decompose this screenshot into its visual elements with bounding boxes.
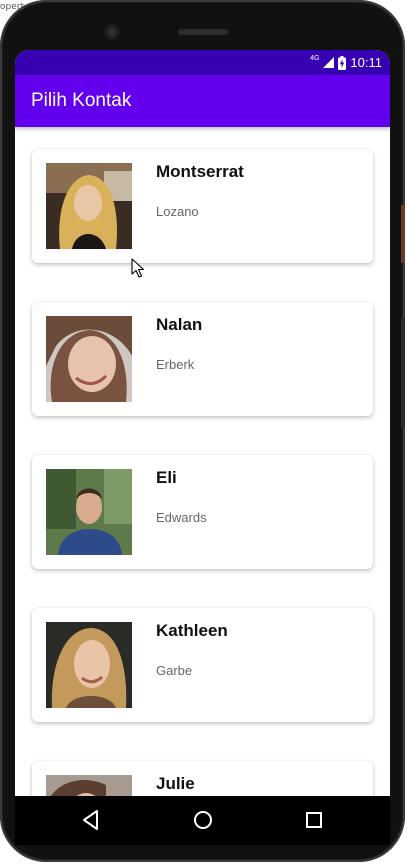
emulator-stage: 4G 10:11 Pilih Kontak Montserrat Lozano … bbox=[0, 0, 407, 864]
navigation-bar bbox=[15, 796, 390, 845]
contact-card[interactable]: Julie bbox=[32, 761, 373, 796]
app-bar: Pilih Kontak bbox=[15, 75, 390, 127]
app-title: Pilih Kontak bbox=[31, 90, 132, 111]
contact-card[interactable]: Kathleen Garbe bbox=[32, 608, 373, 722]
status-bar: 4G 10:11 bbox=[15, 50, 390, 75]
signal-icon bbox=[323, 57, 335, 68]
contact-first-name: Montserrat bbox=[156, 162, 244, 181]
clock-time: 10:11 bbox=[350, 55, 382, 70]
contact-card[interactable]: Montserrat Lozano bbox=[32, 149, 373, 263]
phone-frame: 4G 10:11 Pilih Kontak Montserrat Lozano … bbox=[0, 0, 405, 862]
contact-card[interactable]: Eli Edwards bbox=[32, 455, 373, 569]
status-icons: 4G 10:11 bbox=[310, 54, 382, 71]
battery-charging-icon bbox=[338, 55, 347, 70]
contact-last-name: Garbe bbox=[156, 663, 193, 678]
volume-button[interactable] bbox=[401, 205, 405, 263]
power-button[interactable] bbox=[401, 318, 405, 428]
contact-first-name: Nalan bbox=[156, 315, 203, 334]
mouse-cursor-icon bbox=[131, 258, 145, 278]
front-camera bbox=[104, 24, 120, 40]
contact-avatar bbox=[46, 622, 132, 708]
contact-avatar bbox=[46, 316, 132, 402]
contact-avatar bbox=[46, 163, 132, 249]
earpiece-speaker bbox=[178, 29, 228, 35]
contact-avatar bbox=[46, 469, 132, 555]
back-icon[interactable] bbox=[79, 808, 103, 832]
home-icon[interactable] bbox=[191, 808, 215, 832]
contact-last-name: Erberk bbox=[156, 357, 195, 372]
network-type-label: 4G bbox=[310, 55, 320, 62]
contact-card[interactable]: Nalan Erberk bbox=[32, 302, 373, 416]
contact-first-name: Julie bbox=[156, 774, 195, 793]
contact-first-name: Eli bbox=[156, 468, 177, 487]
contact-avatar bbox=[46, 775, 132, 796]
background-window-text: opert bbox=[0, 2, 24, 12]
device-screen: 4G 10:11 Pilih Kontak Montserrat Lozano … bbox=[15, 50, 390, 845]
contact-first-name: Kathleen bbox=[156, 621, 228, 640]
contact-last-name: Lozano bbox=[156, 204, 199, 219]
contact-last-name: Edwards bbox=[156, 510, 207, 525]
recents-icon[interactable] bbox=[302, 808, 326, 832]
contact-list[interactable]: Montserrat Lozano Nalan Erberk Eli Edwar… bbox=[15, 127, 390, 796]
